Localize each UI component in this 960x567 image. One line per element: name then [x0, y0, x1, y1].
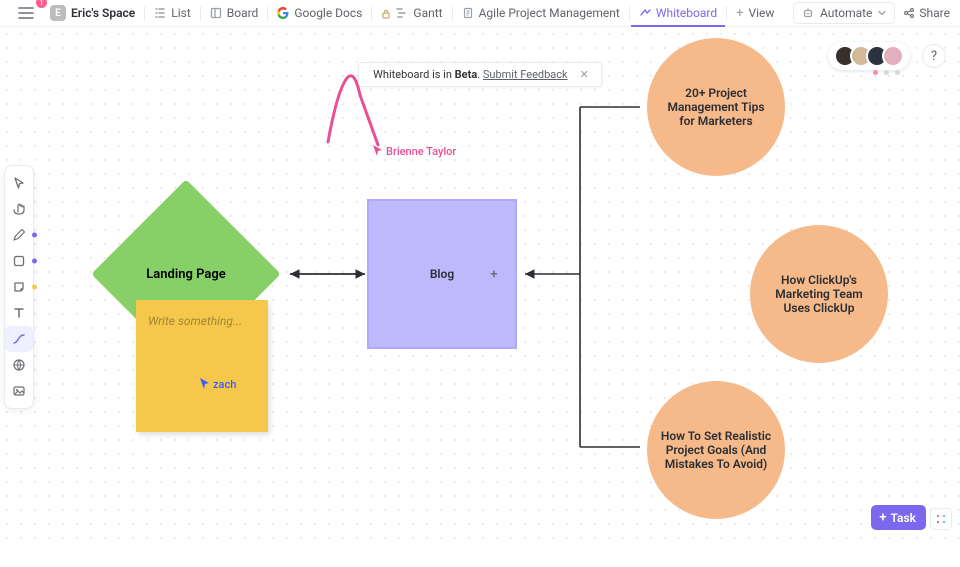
view-agile[interactable]: Agile Project Management — [454, 0, 628, 26]
node-label: 20+ Project Management Tips for Marketer… — [647, 86, 785, 128]
share-button[interactable]: Share — [903, 6, 950, 20]
whiteboard-canvas[interactable]: Whiteboard is in Beta. Submit Feedback ✕… — [0, 27, 960, 540]
automate-label: Automate — [820, 6, 872, 20]
divider — [371, 6, 372, 20]
share-icon — [903, 7, 915, 19]
left-toolbar — [4, 165, 34, 409]
divider — [144, 6, 145, 20]
avatar[interactable] — [882, 45, 904, 67]
node-label: How To Set Realistic Project Goals (And … — [647, 429, 785, 471]
grid-icon — [935, 513, 947, 525]
tool-pen[interactable] — [5, 222, 33, 248]
divider — [452, 6, 453, 20]
space-selector[interactable]: E Eric's Space — [42, 0, 143, 26]
tool-sticky[interactable] — [5, 274, 33, 300]
node-circle-goals[interactable]: How To Set Realistic Project Goals (And … — [647, 381, 785, 519]
view-label: Google Docs — [294, 6, 362, 20]
view-label: View — [749, 6, 775, 20]
view-label: List — [171, 6, 191, 20]
view-label: Board — [227, 6, 259, 20]
space-icon: E — [50, 5, 66, 21]
view-label: Agile Project Management — [479, 6, 620, 20]
lock-icon — [381, 8, 391, 18]
tool-text[interactable] — [5, 300, 33, 326]
plus-icon: + — [879, 510, 886, 525]
plus-icon: + — [736, 6, 743, 21]
google-icon — [277, 7, 289, 19]
carousel-dots — [873, 70, 900, 75]
node-label: How ClickUp's Marketing Team Uses ClickU… — [750, 273, 888, 315]
close-icon[interactable]: ✕ — [578, 68, 591, 81]
tool-image[interactable] — [5, 378, 33, 404]
gantt-icon — [396, 7, 408, 19]
collaborator-avatars[interactable] — [828, 42, 910, 70]
chevron-down-icon — [878, 9, 886, 17]
view-label: Gantt — [413, 6, 442, 20]
add-connector-button[interactable]: + — [487, 267, 501, 281]
cursor-brienne: Brienne Taylor — [372, 144, 456, 158]
node-circle-tips[interactable]: 20+ Project Management Tips for Marketer… — [647, 38, 785, 176]
color-indicator — [32, 285, 37, 290]
space-name: Eric's Space — [71, 6, 135, 20]
divider — [726, 6, 727, 20]
doc-icon — [462, 7, 474, 19]
tool-connector[interactable] — [5, 326, 33, 352]
menu-button[interactable]: 1 — [10, 0, 42, 26]
robot-icon — [802, 7, 814, 19]
view-whiteboard[interactable]: Whiteboard — [631, 0, 725, 26]
banner-text: Whiteboard is in Beta. Submit Feedback — [373, 68, 567, 81]
beta-banner: Whiteboard is in Beta. Submit Feedback ✕ — [358, 62, 602, 87]
top-bar: 1 E Eric's Space List Board Google Docs … — [0, 0, 960, 27]
sticky-placeholder: Write something... — [148, 314, 256, 328]
whiteboard-icon — [639, 7, 651, 19]
divider — [629, 6, 630, 20]
tool-select[interactable] — [5, 170, 33, 196]
tool-web-embed[interactable] — [5, 352, 33, 378]
divider — [267, 6, 268, 20]
apps-grid-button[interactable] — [930, 508, 952, 530]
sticky-note[interactable]: Write something... — [136, 300, 268, 432]
color-indicator — [32, 233, 37, 238]
view-board[interactable]: Board — [202, 0, 267, 26]
help-button[interactable]: ? — [922, 44, 946, 68]
view-gantt[interactable]: Gantt — [373, 0, 450, 26]
node-blog[interactable]: Blog + — [367, 199, 517, 349]
node-circle-clickup-marketing[interactable]: How ClickUp's Marketing Team Uses ClickU… — [750, 225, 888, 363]
task-label: Task — [891, 511, 917, 525]
add-view-button[interactable]: + View — [728, 0, 782, 26]
node-label: Blog — [430, 267, 454, 281]
view-label: Whiteboard — [656, 6, 717, 20]
divider — [200, 6, 201, 20]
tool-hand[interactable] — [5, 196, 33, 222]
view-list[interactable]: List — [146, 0, 199, 26]
new-task-button[interactable]: + Task — [871, 505, 926, 530]
submit-feedback-link[interactable]: Submit Feedback — [483, 68, 568, 81]
tool-shape[interactable] — [5, 248, 33, 274]
automate-button[interactable]: Automate — [793, 2, 895, 24]
share-label: Share — [919, 6, 950, 20]
view-google-docs[interactable]: Google Docs — [269, 0, 370, 26]
color-indicator — [32, 259, 37, 264]
